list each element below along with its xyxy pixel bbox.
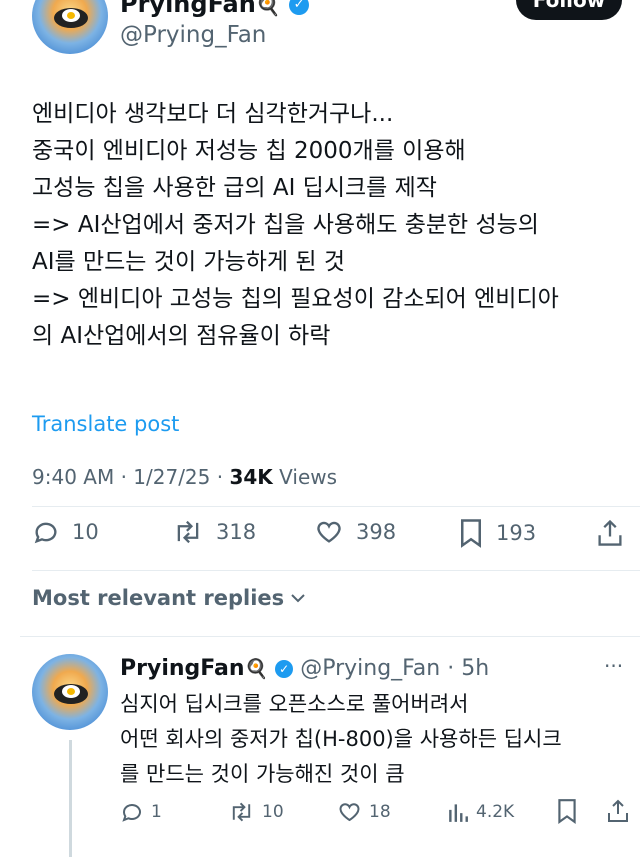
reply-icon [122,804,141,822]
reply-like-count: 18 [369,802,391,822]
repost-icon [232,802,251,822]
reply-count: 10 [72,520,99,544]
reply-reply-button[interactable]: 1 [120,800,162,824]
reply-button[interactable]: 10 [32,518,99,546]
follow-button[interactable]: Follow [516,0,622,20]
divider [20,636,640,637]
verified-badge-icon: ✓ [275,660,294,678]
views-label: Views [272,465,338,489]
pan-emoji-icon: 🍳 [255,0,281,17]
bookmark-button[interactable]: 193 [458,518,536,548]
reply-views-button[interactable]: 4.2K [447,800,514,824]
heart-icon [317,521,341,543]
author-name-row[interactable]: PryingFan🍳 ✓ [120,0,310,19]
bookmark-icon [558,799,576,824]
reply-views-count: 4.2K [476,802,515,822]
reply-text: 심지어 딥시크를 오픈소스로 풀어버려서 어떤 회사의 중저가 칩(H-800)… [120,692,562,786]
reply-author-avatar[interactable] [32,654,108,730]
like-button[interactable]: 398 [314,518,396,546]
bookmark-icon [461,519,481,548]
reply-bookmark-button[interactable] [556,798,585,824]
share-icon [598,519,622,546]
analytics-icon [449,804,468,822]
reply-repost-button[interactable]: 10 [228,800,284,824]
repost-icon [177,520,199,544]
reply-reply-count: 1 [151,802,162,822]
verified-badge-icon: ✓ [289,0,310,15]
reply-author-name[interactable]: PryingFan [120,656,245,681]
translate-post-link[interactable]: Translate post [32,412,179,436]
author-name[interactable]: PryingFan [120,0,256,18]
share-button[interactable] [596,518,636,548]
author-handle[interactable]: @Prying_Fan [120,22,266,48]
post-text: 엔비디아 생각보다 더 심각한거구나... 중국이 엔비디아 저성능 칩 200… [32,101,559,349]
heart-icon [339,803,360,822]
reply-repost-count: 10 [262,802,284,822]
like-count: 398 [356,520,397,544]
divider [32,506,640,507]
chevron-down-icon [291,594,305,603]
reply-icon [34,522,57,544]
repost-count: 318 [216,520,257,544]
bookmark-count: 193 [496,521,537,545]
post-timestamp[interactable]: 9:40 AM · 1/27/25 · [32,465,229,489]
views-count: 34K [229,465,273,489]
more-options-icon[interactable]: ··· [604,654,623,678]
share-icon [608,799,628,822]
thread-line [69,740,72,857]
reply-author-handle[interactable]: @Prying_Fan [300,656,440,681]
repost-button[interactable]: 318 [172,518,256,546]
divider [32,570,640,571]
replies-sort-label: Most relevant replies [32,586,285,610]
pan-emoji-icon: 🍳 [244,658,269,680]
reply-header: PryingFan🍳 ✓ @Prying_Fan · 5h [120,654,489,684]
reply-timestamp[interactable]: · 5h [447,656,489,681]
reply-like-button[interactable]: 18 [337,800,391,824]
author-avatar[interactable] [32,0,108,54]
replies-sort-dropdown[interactable]: Most relevant replies [32,586,308,610]
post-meta: 9:40 AM · 1/27/25 · 34K Views [32,465,337,489]
reply-share-button[interactable] [606,798,637,824]
